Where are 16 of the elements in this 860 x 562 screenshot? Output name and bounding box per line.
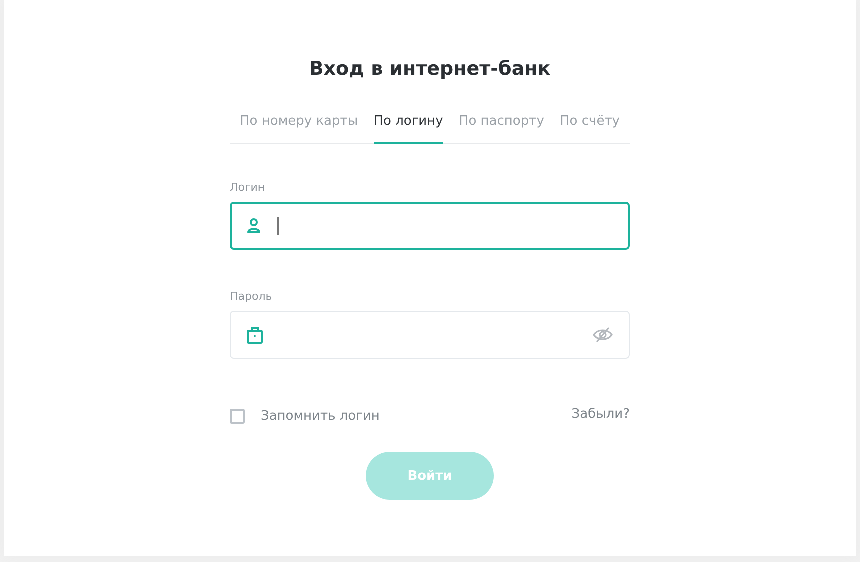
text-cursor — [277, 217, 279, 235]
remember-label: Запомнить логин — [261, 409, 380, 424]
remember-checkbox[interactable] — [230, 409, 245, 424]
login-field[interactable] — [230, 202, 630, 250]
page-title: Вход в интернет-банк — [308, 58, 552, 80]
tab[interactable]: По паспорту — [458, 114, 544, 144]
tab[interactable]: По логину — [374, 114, 444, 144]
bag-icon — [247, 326, 263, 344]
forgot-link[interactable]: Забыли? — [572, 407, 630, 422]
password-field[interactable] — [230, 311, 630, 359]
person-icon — [247, 218, 261, 234]
hidden-eye-icon[interactable] — [593, 326, 613, 344]
tab[interactable]: По счёту — [560, 114, 620, 144]
tab[interactable]: По номеру карты — [240, 114, 358, 144]
field-label: Логин — [230, 181, 266, 194]
field-label: Пароль — [230, 290, 274, 303]
